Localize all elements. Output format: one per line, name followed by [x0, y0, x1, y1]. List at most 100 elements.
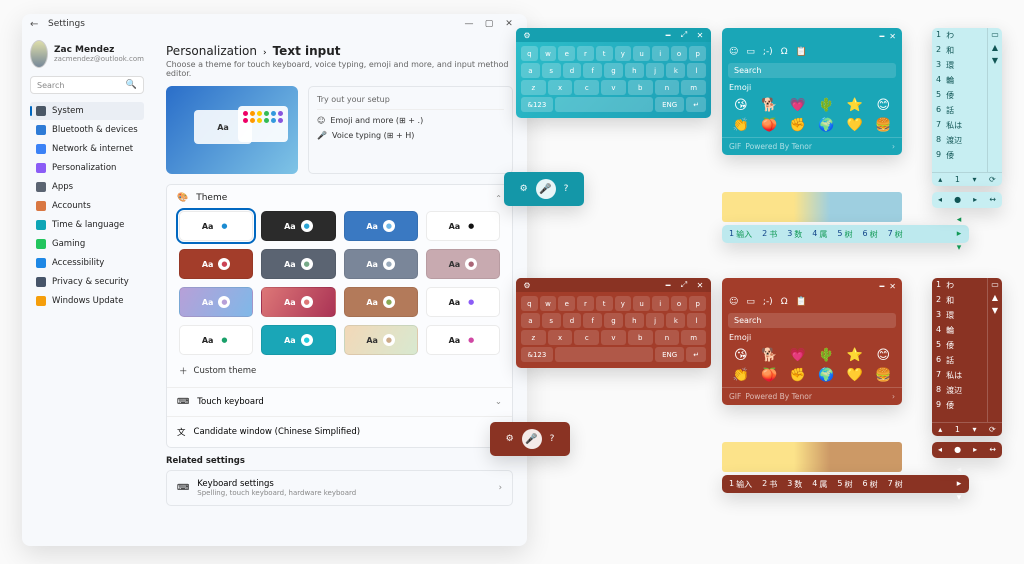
emoji-item[interactable]: 😘	[729, 348, 753, 363]
key-v[interactable]: v	[601, 330, 626, 345]
help-icon[interactable]: ?	[550, 434, 555, 444]
gear-icon[interactable]: ⚙	[506, 434, 514, 444]
candidate-item[interactable]: 4属	[808, 229, 831, 240]
candidate-item[interactable]: 1输入	[725, 229, 756, 240]
key-q[interactable]: q	[521, 46, 538, 61]
jp-candidate-item[interactable]: 7私は	[932, 368, 987, 383]
move-icon[interactable]: ━	[879, 32, 884, 41]
jp-candidate-item[interactable]: 8渡辺	[932, 383, 987, 398]
theme-swatch[interactable]: Aa●	[179, 249, 253, 279]
theme-header[interactable]: 🎨 Theme ⌃	[167, 185, 512, 211]
key-k[interactable]: k	[666, 313, 685, 328]
key-w[interactable]: w	[540, 296, 557, 311]
candidate-item[interactable]: 3数	[783, 479, 806, 490]
key-m[interactable]: m	[681, 80, 706, 95]
key-space[interactable]	[555, 347, 653, 362]
theme-swatch[interactable]: Aa●	[179, 211, 253, 241]
key-o[interactable]: o	[671, 296, 688, 311]
emoji-item[interactable]: 💗	[786, 98, 810, 113]
key-u[interactable]: u	[633, 46, 650, 61]
down-icon[interactable]: ▼	[992, 56, 998, 65]
emoji-search[interactable]: Search	[728, 63, 896, 78]
try-voice-row[interactable]: 🎤Voice typing (⊞ + H)	[317, 131, 504, 140]
jp-candidate-item[interactable]: 3環	[932, 58, 987, 73]
key-lang[interactable]: ENG	[655, 97, 684, 112]
key-f[interactable]: f	[583, 63, 602, 78]
key-r[interactable]: r	[577, 296, 594, 311]
user-block[interactable]: Zac Mendez zacmendez@outlook.com	[30, 40, 144, 68]
emoji-item[interactable]: 🌵	[815, 348, 839, 363]
key-k[interactable]: k	[666, 63, 685, 78]
key-i[interactable]: i	[652, 296, 669, 311]
expand-icon[interactable]: ▭	[991, 30, 999, 39]
close-icon[interactable]: ✕	[889, 282, 896, 291]
emoji-item[interactable]: 😊	[872, 98, 896, 113]
key-space[interactable]	[555, 97, 653, 112]
jp-candidate-item[interactable]: 9倭	[932, 148, 987, 163]
emoji-item[interactable]: ⭐	[843, 98, 867, 113]
move-icon[interactable]: ━	[879, 282, 884, 291]
key-c[interactable]: c	[574, 330, 599, 345]
key-c[interactable]: c	[574, 80, 599, 95]
emoji-item[interactable]: 💗	[786, 348, 810, 363]
candidate-item[interactable]: 1输入	[725, 479, 756, 490]
theme-swatch[interactable]: Aa●	[261, 211, 335, 241]
jp-candidate-item[interactable]: 6話	[932, 353, 987, 368]
sidebar-item-network-internet[interactable]: Network & internet	[30, 140, 144, 158]
candidate-item[interactable]: 6树	[858, 479, 881, 490]
candidate-item[interactable]: 7树	[884, 229, 907, 240]
key-d[interactable]: d	[563, 63, 582, 78]
emoji-item[interactable]: 🍑	[758, 368, 782, 383]
emoji-item[interactable]: 🍑	[758, 118, 782, 133]
emoji-item[interactable]: 💛	[843, 368, 867, 383]
jp-candidate-item[interactable]: 2和	[932, 293, 987, 308]
crumb-personalization[interactable]: Personalization	[166, 44, 257, 58]
key-x[interactable]: x	[548, 80, 573, 95]
key-t[interactable]: t	[596, 296, 613, 311]
sidebar-item-accounts[interactable]: Accounts	[30, 197, 144, 215]
candidate-item[interactable]: 2书	[758, 229, 781, 240]
back-icon[interactable]: ←	[30, 19, 44, 30]
candidate-item[interactable]: 4属	[808, 479, 831, 490]
key-n[interactable]: n	[655, 80, 680, 95]
key-y[interactable]: y	[615, 296, 632, 311]
minimize-icon[interactable]: —	[459, 16, 479, 32]
up-icon[interactable]: ▲	[992, 43, 998, 52]
candidate-item[interactable]: 2书	[758, 479, 781, 490]
gear-icon[interactable]: ⚙	[520, 184, 528, 194]
emoji-item[interactable]: 🌵	[815, 98, 839, 113]
sidebar-item-gaming[interactable]: Gaming	[30, 235, 144, 253]
jp-candidate-item[interactable]: 4輪	[932, 73, 987, 88]
dock-icon[interactable]: ⤢	[679, 30, 689, 40]
key-d[interactable]: d	[563, 313, 582, 328]
emoji-item[interactable]: 😘	[729, 98, 753, 113]
candidate-item[interactable]: 3数	[783, 229, 806, 240]
expand-icon[interactable]: ▾	[952, 241, 966, 255]
key-h[interactable]: h	[625, 313, 644, 328]
prev-icon[interactable]: ◂	[952, 213, 966, 227]
next-icon[interactable]: ▸	[952, 227, 966, 241]
kaomoji-tab-icon[interactable]: ;-)	[763, 47, 773, 57]
key-j[interactable]: j	[646, 313, 665, 328]
theme-swatch[interactable]: Aa●	[426, 325, 500, 355]
key-e[interactable]: e	[558, 46, 575, 61]
key-u[interactable]: u	[633, 296, 650, 311]
theme-swatch[interactable]: Aa●	[344, 249, 418, 279]
chevron-right-icon[interactable]: ›	[892, 142, 895, 151]
emoji-item[interactable]: 🍔	[872, 368, 896, 383]
sidebar-item-apps[interactable]: Apps	[30, 178, 144, 196]
sidebar-item-bluetooth-devices[interactable]: Bluetooth & devices	[30, 121, 144, 139]
emoji-item[interactable]: 🍔	[872, 118, 896, 133]
key-f[interactable]: f	[583, 313, 602, 328]
theme-swatch[interactable]: Aa●	[261, 325, 335, 355]
prev-icon[interactable]: ◂	[952, 463, 966, 477]
candidate-item[interactable]: 5树	[833, 479, 856, 490]
clip-tab-icon[interactable]: 📋	[796, 47, 807, 57]
jp-candidate-item[interactable]: 5倭	[932, 338, 987, 353]
key-m[interactable]: m	[681, 330, 706, 345]
help-icon[interactable]: ?	[564, 184, 569, 194]
jp-candidate-item[interactable]: 1わ	[932, 278, 987, 293]
key-a[interactable]: a	[521, 313, 540, 328]
jp-candidate-item[interactable]: 8渡辺	[932, 133, 987, 148]
custom-theme-button[interactable]: ＋Custom theme	[167, 365, 512, 387]
